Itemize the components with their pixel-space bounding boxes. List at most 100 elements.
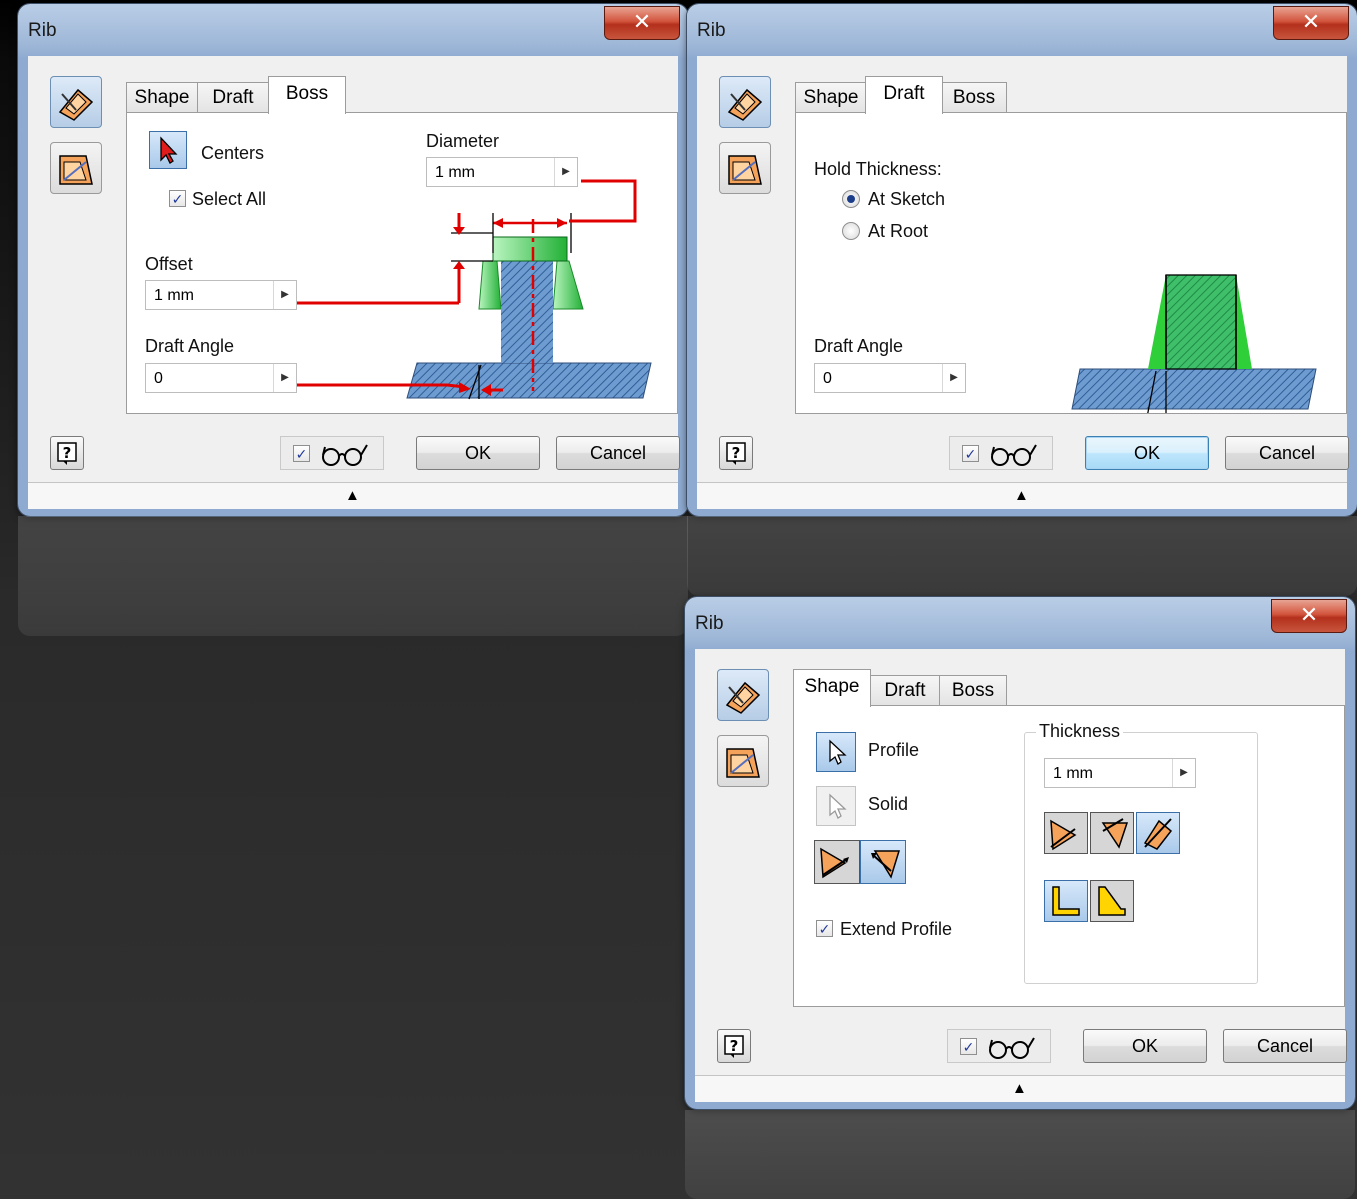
to-next-extent-button[interactable] <box>1090 880 1134 922</box>
ok-button[interactable]: OK <box>1083 1029 1207 1063</box>
title-bar[interactable]: Rib ✕ <box>685 597 1355 649</box>
thickness-symmetric-button[interactable] <box>1136 812 1180 854</box>
at-root-radio[interactable] <box>842 222 860 240</box>
extend-profile-checkbox[interactable]: ✓ <box>816 920 833 937</box>
draft-angle-input[interactable]: 0 ▶ <box>814 363 966 393</box>
centers-label: Centers <box>201 143 265 163</box>
cancel-button[interactable]: Cancel <box>1225 436 1349 470</box>
draft-angle-input[interactable]: 0 ▶ <box>145 363 297 393</box>
draft-angle-spin-arrow[interactable]: ▶ <box>942 364 965 392</box>
thickness-label: Thickness <box>1036 721 1124 742</box>
rib-mode-button[interactable] <box>717 669 769 721</box>
cancel-button[interactable]: Cancel <box>556 436 680 470</box>
at-sketch-label: At Sketch <box>868 189 946 209</box>
web-feature-icon <box>726 748 760 778</box>
select-all-checkbox[interactable]: ✓ <box>169 190 186 207</box>
rib-feature-icon <box>725 681 761 714</box>
draft-angle-spin-arrow[interactable]: ▶ <box>273 364 296 392</box>
title-bar[interactable]: Rib ✕ <box>687 4 1357 56</box>
close-button[interactable]: ✕ <box>1271 599 1347 633</box>
expand-bar[interactable]: ▲ <box>697 482 1347 509</box>
reflection-dialog-draft <box>687 516 1357 596</box>
tab-shape[interactable]: Shape <box>793 669 871 707</box>
preview-checkbox[interactable]: ✓ <box>960 1038 977 1055</box>
help-icon: ? <box>726 442 746 465</box>
extent-icon <box>1098 886 1126 916</box>
preview-checkbox[interactable]: ✓ <box>962 445 979 462</box>
offset-label: Offset <box>145 254 193 274</box>
close-button[interactable]: ✕ <box>1273 6 1349 40</box>
direction-icon <box>1143 818 1173 850</box>
help-icon: ? <box>724 1035 744 1058</box>
rib-mode-button[interactable] <box>50 76 102 128</box>
rib-dialog-draft: Rib ✕ Shape Draft Boss Hold Thickness: A… <box>687 4 1357 516</box>
preview-toggle-group: ✓ <box>949 436 1053 470</box>
preview-glasses-icon <box>991 444 1037 466</box>
tab-shape[interactable]: Shape <box>795 82 867 113</box>
tab-draft[interactable]: Draft <box>869 675 941 706</box>
web-mode-button[interactable] <box>719 142 771 194</box>
thickness-input[interactable]: 1 mm ▶ <box>1044 758 1196 788</box>
ok-button[interactable]: OK <box>416 436 540 470</box>
offset-input[interactable]: 1 mm ▶ <box>145 280 297 310</box>
title-bar[interactable]: Rib ✕ <box>18 4 688 56</box>
expand-bar[interactable]: ▲ <box>695 1075 1345 1102</box>
help-button[interactable]: ? <box>50 436 84 470</box>
web-feature-icon <box>59 155 93 185</box>
dialog-client: Shape Draft Boss Profile Solid ✓ Extend … <box>695 649 1347 1075</box>
tab-boss[interactable]: Boss <box>941 82 1007 113</box>
offset-spin-arrow[interactable]: ▶ <box>273 281 296 309</box>
tab-draft[interactable]: Draft <box>865 76 943 114</box>
direction-1-button[interactable] <box>814 840 860 884</box>
dialog-client: Shape Draft Boss Hold Thickness: At Sket… <box>697 56 1349 482</box>
select-all-label: Select All <box>192 189 267 209</box>
shape-panel: Profile Solid ✓ Extend Profile Thickness… <box>793 705 1345 1007</box>
thickness-side-1-button[interactable] <box>1044 812 1088 854</box>
web-feature-icon <box>728 155 762 185</box>
draft-angle-value: 0 <box>823 370 832 387</box>
extend-profile-label: Extend Profile <box>840 919 953 939</box>
profile-select-button[interactable] <box>816 732 856 772</box>
expand-bar[interactable]: ▲ <box>28 482 678 509</box>
close-button[interactable]: ✕ <box>604 6 680 40</box>
window-title: Rib <box>695 613 724 634</box>
rib-feature-icon <box>727 88 763 121</box>
centers-select-button[interactable] <box>149 131 187 169</box>
draft-angle-label: Draft Angle <box>145 336 235 356</box>
thickness-spin-arrow[interactable]: ▶ <box>1172 759 1195 787</box>
rib-mode-button[interactable] <box>719 76 771 128</box>
at-sketch-radio[interactable] <box>842 190 860 208</box>
solid-select-button[interactable] <box>816 786 856 826</box>
svg-text:?: ? <box>732 444 741 462</box>
reflection-dialog-boss <box>18 516 688 636</box>
offset-value: 1 mm <box>154 287 194 304</box>
tab-draft[interactable]: Draft <box>197 82 269 113</box>
hold-thickness-label: Hold Thickness: <box>814 159 942 179</box>
finite-extent-button[interactable] <box>1044 880 1088 922</box>
tab-shape[interactable]: Shape <box>126 82 198 113</box>
web-mode-button[interactable] <box>717 735 769 787</box>
rib-dialog-shape: Rib ✕ Shape Draft Boss Profile Solid ✓ E… <box>685 597 1355 1109</box>
window-title: Rib <box>28 20 57 41</box>
thickness-value: 1 mm <box>1053 765 1093 782</box>
thickness-side-2-button[interactable] <box>1090 812 1134 854</box>
ok-button[interactable]: OK <box>1085 436 1209 470</box>
tab-boss[interactable]: Boss <box>939 675 1007 706</box>
preview-toggle-group: ✓ <box>280 436 384 470</box>
cancel-button[interactable]: Cancel <box>1223 1029 1347 1063</box>
help-button[interactable]: ? <box>717 1029 751 1063</box>
draft-angle-label: Draft Angle <box>814 336 904 356</box>
help-button[interactable]: ? <box>719 436 753 470</box>
expand-arrow-icon: ▲ <box>1014 487 1029 504</box>
preview-toggle-group: ✓ <box>947 1029 1051 1063</box>
web-mode-button[interactable] <box>50 142 102 194</box>
boss-diagram <box>297 179 652 400</box>
help-icon: ? <box>57 442 77 465</box>
expand-arrow-icon: ▲ <box>1012 1080 1027 1097</box>
dialog-client: Shape Draft Boss Centers ✓ Select All Di… <box>28 56 680 482</box>
preview-checkbox[interactable]: ✓ <box>293 445 310 462</box>
draft-panel: Hold Thickness: At Sketch At Root Draft … <box>795 112 1347 414</box>
reflection-dialog-shape <box>685 1110 1355 1199</box>
direction-2-button[interactable] <box>860 840 906 884</box>
tab-boss[interactable]: Boss <box>268 76 346 114</box>
